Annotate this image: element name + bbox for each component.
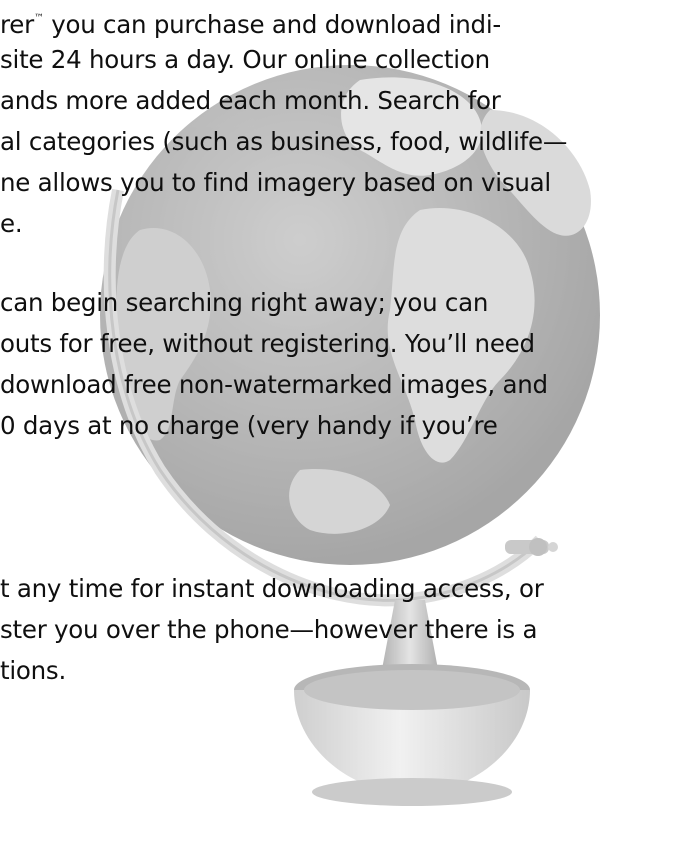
globe-base [294, 664, 530, 806]
text-line: ster you over the phone—however there is… [0, 615, 538, 644]
text-line: ands more added each month. Search for [0, 86, 501, 115]
text-line: 0 days at no charge (very handy if you’r… [0, 411, 498, 440]
text-line: site 24 hours a day. Our online collecti… [0, 45, 490, 74]
text-line: tions. [0, 656, 66, 685]
text-line: t any time for instant downloading acces… [0, 574, 544, 603]
text-line: download free non-watermarked images, an… [0, 370, 548, 399]
text-line: rer™ you can purchase and download indi- [0, 10, 502, 39]
text-line: ne allows you to find imagery based on v… [0, 168, 551, 197]
text-line: e. [0, 209, 23, 238]
text-line: can begin searching right away; you can [0, 288, 489, 317]
document-page: rer™ you can purchase and download indi-… [0, 0, 677, 843]
text-line: al categories (such as business, food, w… [0, 127, 568, 156]
text-line: outs for free, without registering. You’… [0, 329, 535, 358]
globe-axis-knob [505, 538, 558, 556]
